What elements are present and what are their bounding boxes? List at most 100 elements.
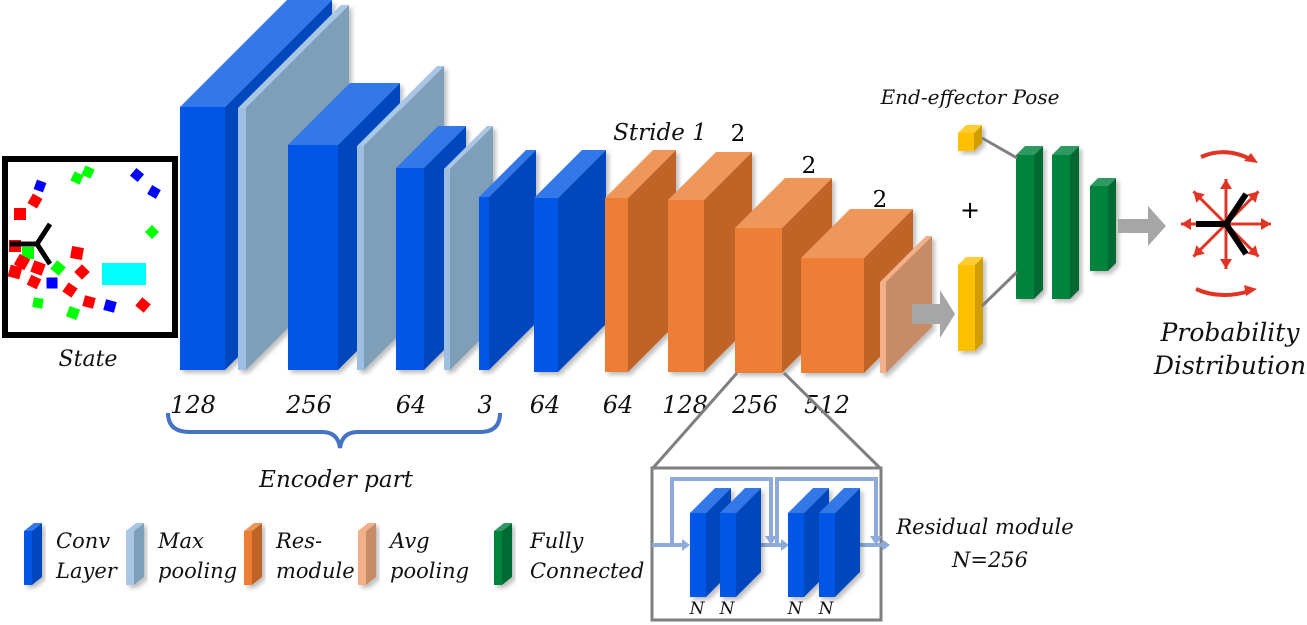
size-label-conv2: 256 — [285, 391, 332, 419]
maxpool-layer-1-edge — [238, 108, 246, 370]
fc-layer-2 — [1052, 146, 1079, 299]
rotate-arrowhead-bottom — [1244, 285, 1257, 296]
fc-layer-2-front — [1052, 155, 1070, 299]
avgpool-layer-edge — [880, 282, 886, 373]
state-object — [46, 277, 58, 289]
legend-swatch-maxpool — [126, 523, 144, 585]
fc-layer-3-side — [1108, 178, 1116, 271]
plus-sign: + — [960, 196, 980, 224]
residual-module-detail: NNNN Residual module N=256 — [650, 466, 1074, 622]
layer-stack — [180, 0, 1116, 373]
legend-conv-line1: Conv — [56, 529, 110, 553]
fc-layer-1-side — [1034, 146, 1043, 299]
action-distribution-icon — [1181, 150, 1271, 297]
size-label-conv1: 128 — [170, 391, 216, 419]
arrow-to-output — [1118, 206, 1166, 246]
res-module-3-front — [735, 228, 782, 373]
res-conv-2-front — [720, 513, 736, 597]
connector-pose-bottom — [980, 270, 1019, 308]
size-label-res3: 256 — [731, 391, 778, 419]
legend-swatch-side — [252, 523, 262, 585]
legend-swatch-front — [358, 531, 366, 585]
legend-swatch-side — [32, 523, 42, 585]
legend-swatch-side — [366, 523, 376, 585]
legend-avgpool-line1: Avg — [388, 529, 430, 553]
legend-swatch-front — [126, 531, 134, 585]
direction-arrowhead — [1220, 179, 1232, 189]
zoom-line-left — [651, 372, 739, 469]
size-label-conv3: 64 — [396, 391, 427, 419]
size-label-conv5: 64 — [530, 391, 561, 419]
legend-res-line1: Res- — [275, 529, 322, 553]
legend-res-line2: module — [276, 559, 355, 583]
legend-swatch-res — [244, 523, 262, 585]
pose-feature-side — [975, 257, 983, 351]
pose-input — [958, 125, 982, 151]
legend-item-avgpool: Avg pooling — [388, 529, 469, 583]
legend-avgpool-line2: pooling — [390, 559, 469, 583]
size-label-conv4: 3 — [477, 391, 492, 419]
res-conv-4-front — [819, 513, 835, 597]
stride-label-2: 2 — [731, 121, 746, 147]
legend-swatch-side — [134, 523, 144, 585]
conv-layer-5 — [534, 150, 606, 372]
legend-fc-line2: Connected — [530, 559, 644, 583]
legend-maxpool-line2: pooling — [158, 559, 237, 583]
legend-swatch-front — [494, 531, 502, 585]
legend-conv-line2: Layer — [55, 559, 119, 583]
end-effector-label: End-effector Pose — [880, 85, 1060, 109]
size-label-res1: 64 — [603, 391, 634, 419]
res-conv-1-front — [690, 513, 706, 597]
legend-swatch-conv — [24, 523, 42, 585]
legend-swatch-front — [24, 531, 32, 585]
legend-swatch-side — [502, 523, 512, 585]
conv-layer-3-front — [396, 168, 424, 370]
fc-layer-3 — [1090, 178, 1116, 271]
legend-swatch-fc — [494, 523, 512, 585]
legend: Conv Layer Max pooling Res- module Avg p… — [24, 523, 644, 585]
legend-item-conv: Conv Layer — [55, 529, 119, 583]
encoder-label: Encoder part — [258, 467, 413, 493]
res-module-2-front — [668, 200, 704, 372]
residual-label: Residual module — [895, 515, 1073, 539]
legend-maxpool-line1: Max — [157, 529, 204, 553]
res-module-1 — [605, 150, 676, 372]
legend-item-maxpool: Max pooling — [157, 529, 237, 583]
direction-arrowhead — [1220, 259, 1232, 269]
direction-arrowhead — [1181, 218, 1191, 230]
state-object — [32, 297, 44, 309]
state-target-zone — [102, 263, 146, 285]
network-diagram: State 128 256 64 3 64 64 128 256 512 Enc… — [2, 0, 1306, 622]
maxpool-layer-3-edge — [444, 169, 450, 370]
res-module-1-front — [605, 198, 628, 372]
layer-size-labels: 128 256 64 3 64 64 128 256 512 — [170, 391, 850, 419]
conv-layer-2-front — [288, 145, 338, 370]
pose-feature — [958, 257, 983, 351]
conv-layer-4-front — [479, 197, 489, 370]
n-label-1: N — [689, 599, 706, 619]
maxpool-layer-2-edge — [357, 146, 364, 370]
state-object — [70, 246, 84, 260]
stride-label-1: Stride 1 — [613, 120, 707, 146]
fc-layer-3-front — [1090, 186, 1108, 271]
connector-pose-top — [981, 136, 1018, 160]
fc-layer-1 — [1016, 146, 1043, 299]
conv-layer-5-front — [534, 198, 558, 372]
legend-swatch-front — [244, 531, 252, 585]
legend-fc-line1: Fully — [529, 529, 585, 553]
rotate-arc-top — [1200, 150, 1253, 162]
residual-n-value: N=256 — [951, 548, 1028, 572]
res-conv-3-front — [788, 513, 804, 597]
n-label-2: N — [719, 599, 736, 619]
encoder-brace — [166, 412, 502, 449]
state-object — [14, 208, 26, 220]
legend-swatch-avgpool — [358, 523, 376, 585]
legend-item-fc: Fully Connected — [529, 529, 644, 583]
res-module-4-front — [801, 258, 864, 373]
res-out-arrowhead — [882, 539, 890, 551]
zoom-line-right — [782, 371, 882, 470]
state-panel: State — [2, 156, 178, 372]
stride-label-4: 2 — [873, 187, 888, 213]
rotate-arc-bottom — [1195, 287, 1251, 297]
pose-feature-front — [958, 265, 975, 351]
